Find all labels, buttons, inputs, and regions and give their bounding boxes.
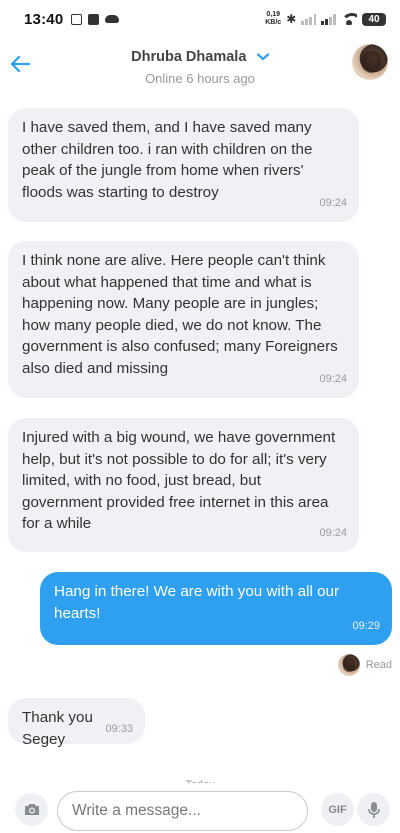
network-speed-value: 0,19 — [266, 11, 281, 18]
message-time: 09:24 — [319, 526, 347, 539]
read-receipt-label: Read — [365, 659, 392, 671]
chat-header: Dhruba Dhamala Online 6 hours ago — [0, 38, 400, 96]
contact-name[interactable]: Dhruba Dhamala — [131, 49, 246, 65]
read-receipt: Read — [337, 654, 392, 676]
message-text: I have saved them, and I have saved many… — [22, 119, 313, 201]
network-speed-unit: KB/c — [265, 19, 282, 26]
signal-icon — [301, 13, 317, 25]
message-input[interactable] — [57, 791, 308, 831]
read-receipt-avatar — [337, 654, 360, 676]
contact-avatar[interactable] — [352, 44, 388, 80]
message-bubble-incoming[interactable]: Thank you Segey 09:33 — [8, 698, 145, 748]
message-time: 09:29 — [352, 619, 380, 632]
network-speed: 0,19 KB/c — [265, 11, 281, 27]
app-icon — [88, 13, 100, 25]
bluetooth-icon: ✱ — [286, 12, 297, 26]
microphone-button[interactable] — [357, 793, 390, 826]
status-bar: 13:40 0,19 KB/c ✱ 40 — [0, 0, 400, 38]
contact-info[interactable]: Dhruba Dhamala Online 6 hours ago — [0, 48, 400, 86]
message-bubble-outgoing[interactable]: Hang in there! We are with you with all … — [40, 572, 392, 645]
message-text: Hang in there! We are with you with all … — [54, 583, 340, 622]
message-bubble-incoming[interactable]: Injured with a big wound, we have govern… — [8, 418, 359, 552]
message-text: Injured with a big wound, we have govern… — [22, 429, 336, 532]
message-text: I think none are alive. Here people can'… — [22, 252, 338, 377]
status-time: 13:40 — [24, 10, 64, 28]
cloud-icon — [105, 15, 120, 23]
gif-button[interactable]: GIF — [321, 793, 354, 826]
battery-icon: 40 — [362, 12, 386, 26]
date-divider: Today — [0, 775, 400, 783]
contact-status: Online 6 hours ago — [145, 71, 255, 86]
composer-bar: GIF — [0, 786, 400, 833]
gallery-icon — [71, 13, 83, 25]
signal-icon-2 — [321, 13, 336, 25]
microphone-icon — [367, 801, 380, 818]
message-time: 09:33 — [105, 722, 133, 735]
status-notification-icons — [71, 13, 120, 25]
message-bubble-incoming[interactable]: I have saved them, and I have saved many… — [8, 108, 359, 222]
wifi-icon — [341, 13, 357, 25]
message-time: 09:24 — [319, 372, 347, 385]
camera-icon — [24, 804, 39, 815]
camera-button[interactable] — [15, 793, 48, 826]
chevron-down-icon[interactable] — [256, 53, 269, 61]
message-time: 09:24 — [319, 196, 347, 209]
status-system-icons: 0,19 KB/c ✱ 40 — [265, 11, 386, 27]
message-bubble-incoming[interactable]: I think none are alive. Here people can'… — [8, 241, 359, 398]
